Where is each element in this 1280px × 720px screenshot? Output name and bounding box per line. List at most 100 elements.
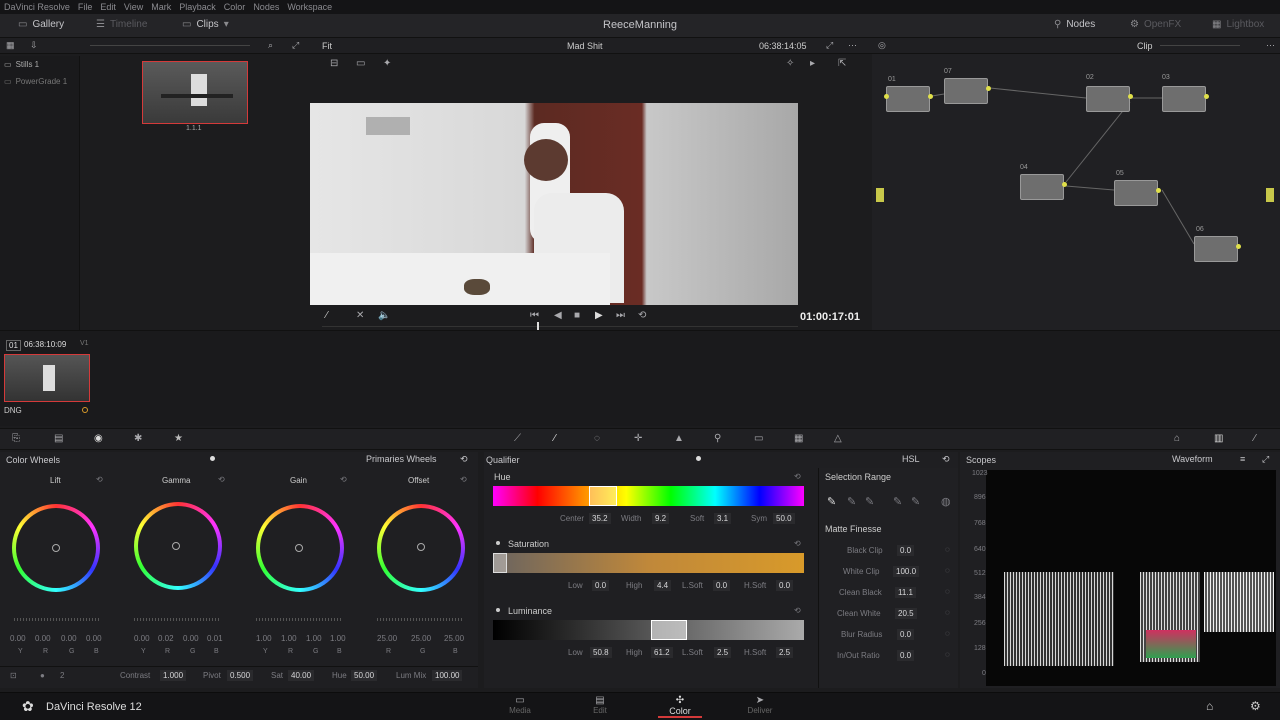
menu-view[interactable]: View bbox=[124, 2, 143, 12]
lum-hsoft-value[interactable]: 2.5 bbox=[776, 647, 794, 658]
skip-start-icon[interactable]: ⏮ bbox=[530, 310, 539, 321]
page-edit-button[interactable]: ▤ Edit bbox=[584, 695, 616, 715]
lift-g-value[interactable]: 0.00 bbox=[61, 634, 77, 643]
lift-y-value[interactable]: 0.00 bbox=[10, 634, 26, 643]
color-wheels-icon[interactable]: ◉ bbox=[94, 433, 103, 444]
menu-playback[interactable]: Playback bbox=[179, 2, 216, 12]
gain-b-value[interactable]: 1.00 bbox=[330, 634, 346, 643]
qualifier-reset-icon[interactable]: ⟲ bbox=[942, 454, 950, 465]
offset-b-value[interactable]: 25.00 bbox=[444, 634, 464, 643]
hue-range-handle[interactable] bbox=[589, 486, 617, 506]
lum-low-value[interactable]: 50.8 bbox=[590, 647, 612, 658]
gear-icon[interactable]: ⚙ bbox=[1250, 699, 1261, 713]
hue-center-value[interactable]: 35.2 bbox=[589, 513, 611, 524]
node-07[interactable] bbox=[944, 78, 988, 104]
scopes-icon[interactable]: ▥ bbox=[1214, 433, 1223, 444]
expand-icon[interactable]: ⤢ bbox=[292, 40, 299, 51]
gamma-wheel-center[interactable] bbox=[172, 542, 180, 550]
source-input-handle[interactable] bbox=[876, 188, 884, 202]
node-zoom-slider[interactable] bbox=[1160, 45, 1240, 46]
node-06[interactable] bbox=[1194, 236, 1238, 262]
inout-ratio-reset-icon[interactable]: ◌ bbox=[945, 650, 950, 659]
play-icon[interactable]: ▶ bbox=[595, 310, 603, 321]
clean-black-value[interactable]: 11.1 bbox=[895, 587, 916, 598]
key-icon[interactable]: ⚲ bbox=[714, 433, 721, 444]
wheels-mode[interactable]: Primaries Wheels bbox=[366, 454, 437, 464]
hue-value[interactable]: 50.00 bbox=[351, 670, 378, 681]
lift-r-value[interactable]: 0.00 bbox=[35, 634, 51, 643]
sat-high-value[interactable]: 4.4 bbox=[654, 580, 672, 591]
node-output-dot[interactable] bbox=[1062, 182, 1067, 187]
node-output-dot[interactable] bbox=[1128, 94, 1133, 99]
lightbox-button[interactable]: ▦ Lightbox bbox=[1212, 19, 1264, 30]
node-03[interactable] bbox=[1162, 86, 1206, 112]
sat-hsoft-value[interactable]: 0.0 bbox=[776, 580, 794, 591]
viewer-split-icon[interactable]: ⊟ bbox=[330, 58, 338, 69]
sat-low-value[interactable]: 0.0 bbox=[592, 580, 610, 591]
gamma-b-value[interactable]: 0.01 bbox=[207, 634, 223, 643]
menu-workspace[interactable]: Workspace bbox=[287, 2, 332, 12]
scrubber-track[interactable] bbox=[322, 326, 798, 327]
hue-sym-value[interactable]: 50.0 bbox=[773, 513, 795, 524]
node-settings-icon[interactable]: ◎ bbox=[878, 40, 886, 51]
window-icon[interactable]: ◌ bbox=[594, 433, 600, 444]
sat-value[interactable]: 40.00 bbox=[288, 670, 315, 681]
node-input-dot[interactable] bbox=[884, 94, 889, 99]
openfx-button[interactable]: ⚙ OpenFX bbox=[1130, 19, 1181, 30]
curves-icon[interactable]: ⟋ bbox=[514, 433, 521, 444]
volume-icon[interactable]: 🔈 bbox=[378, 310, 390, 321]
gallery-button[interactable]: ▭ Gallery bbox=[18, 19, 64, 30]
page-two[interactable]: 2 bbox=[60, 671, 64, 680]
motion-effects-icon[interactable]: ★ bbox=[174, 433, 183, 444]
blur-icon[interactable]: ▲ bbox=[674, 433, 684, 444]
output-handle[interactable] bbox=[1266, 188, 1274, 202]
lift-reset-icon[interactable]: ⟲ bbox=[96, 475, 103, 484]
pivot-value[interactable]: 0.500 bbox=[227, 670, 254, 681]
gain-g-value[interactable]: 1.00 bbox=[306, 634, 322, 643]
more-options-icon[interactable]: ⋯ bbox=[848, 40, 857, 51]
keyframes-icon[interactable]: ⌂ bbox=[1174, 433, 1180, 444]
page-dot-icon[interactable]: ● bbox=[40, 671, 45, 680]
page-media-button[interactable]: ▭ Media bbox=[504, 695, 536, 715]
gallery-still-thumbnail[interactable] bbox=[142, 61, 248, 124]
lummix-value[interactable]: 100.00 bbox=[432, 670, 463, 681]
node-05[interactable] bbox=[1114, 180, 1158, 206]
stereo-icon[interactable]: △ bbox=[834, 433, 842, 444]
white-clip-value[interactable]: 100.0 bbox=[893, 566, 920, 577]
gain-reset-icon[interactable]: ⟲ bbox=[340, 475, 347, 484]
page-color-button[interactable]: ✣ Color bbox=[658, 695, 702, 718]
picker-icon[interactable]: ⁄ bbox=[326, 310, 328, 321]
3d-icon[interactable]: ▦ bbox=[794, 433, 803, 444]
menu-color[interactable]: Color bbox=[224, 2, 246, 12]
menu-app[interactable]: DaVinci Resolve bbox=[4, 2, 70, 12]
nodes-button[interactable]: ⚲ Nodes bbox=[1054, 19, 1095, 30]
lum-lsoft-value[interactable]: 2.5 bbox=[714, 647, 732, 658]
sat-enable-dot[interactable] bbox=[496, 541, 500, 545]
lum-reset-icon[interactable]: ⟲ bbox=[794, 606, 801, 615]
gamma-r-value[interactable]: 0.02 bbox=[158, 634, 174, 643]
hue-range-bar[interactable] bbox=[493, 486, 804, 506]
timeline-button[interactable]: ☰ Timeline bbox=[96, 19, 147, 30]
lum-range-handle[interactable] bbox=[651, 620, 687, 640]
blur-radius-reset-icon[interactable]: ◌ bbox=[945, 629, 950, 638]
reset-icon[interactable]: ⟲ bbox=[460, 454, 468, 465]
feather-minus-icon[interactable]: ✎ bbox=[893, 495, 902, 508]
loop-icon[interactable]: ⟲ bbox=[638, 310, 646, 321]
sat-lsoft-value[interactable]: 0.0 bbox=[713, 580, 731, 591]
camera-raw-icon[interactable]: ⎘ bbox=[12, 433, 20, 444]
blur-radius-value[interactable]: 0.0 bbox=[897, 629, 915, 640]
node-output-dot[interactable] bbox=[986, 86, 991, 91]
page-one-icon[interactable]: ⊡ bbox=[10, 671, 17, 680]
gamma-reset-icon[interactable]: ⟲ bbox=[218, 475, 225, 484]
node-02[interactable] bbox=[1086, 86, 1130, 112]
node-output-dot[interactable] bbox=[1204, 94, 1209, 99]
node-output-dot[interactable] bbox=[1156, 188, 1161, 193]
sat-reset-icon[interactable]: ⟲ bbox=[794, 539, 801, 548]
highlight-icon[interactable]: ✧ bbox=[786, 58, 794, 69]
fullscreen-icon[interactable]: ⤢ bbox=[826, 40, 833, 51]
gain-r-value[interactable]: 1.00 bbox=[281, 634, 297, 643]
skip-end-icon[interactable]: ⏭ bbox=[616, 310, 625, 321]
gain-y-value[interactable]: 1.00 bbox=[256, 634, 272, 643]
scope-mode-dropdown[interactable]: Waveform bbox=[1172, 454, 1213, 464]
offset-r-value[interactable]: 25.00 bbox=[377, 634, 397, 643]
